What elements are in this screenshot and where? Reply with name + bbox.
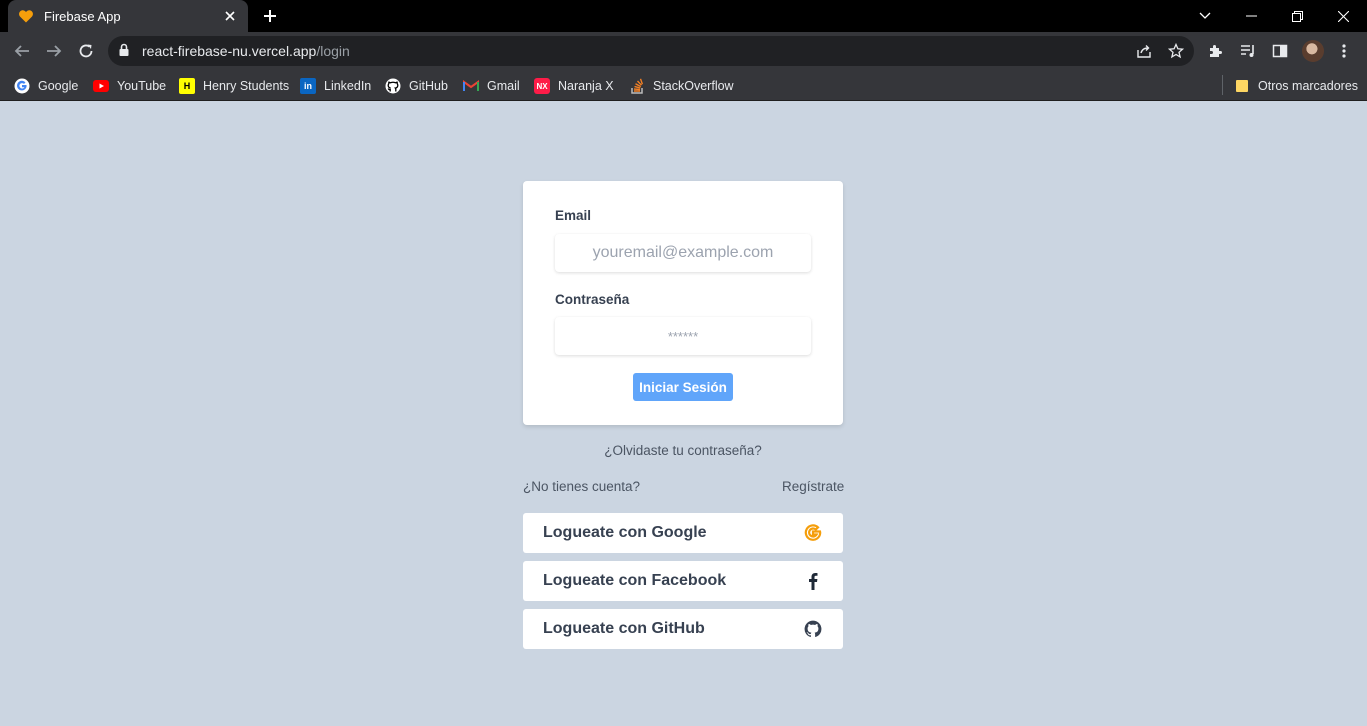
social-button-label: Logueate con Facebook: [543, 572, 727, 589]
bookmark-linkedin[interactable]: in LinkedIn: [300, 75, 371, 97]
bookmark-google[interactable]: Google: [14, 75, 78, 97]
browser-tab[interactable]: Firebase App: [8, 0, 248, 32]
login-card: Email Contraseña Iniciar Sesión: [523, 181, 843, 425]
browser-toolbar: react-firebase-nu.vercel.app/login: [0, 32, 1367, 70]
facebook-icon: [803, 571, 823, 591]
bookmark-label: Naranja X: [558, 79, 614, 93]
back-icon[interactable]: [10, 39, 34, 63]
login-button[interactable]: Iniciar Sesión: [633, 373, 733, 401]
google-icon: [14, 78, 30, 94]
social-button-label: Logueate con GitHub: [543, 620, 705, 637]
bookmark-gmail[interactable]: Gmail: [463, 75, 520, 97]
minimize-icon[interactable]: [1228, 0, 1274, 32]
side-panel-icon[interactable]: [1270, 41, 1290, 61]
google-icon: [803, 523, 823, 543]
bookmark-henry-students[interactable]: H Henry Students: [179, 75, 289, 97]
naranja-x-icon: NX: [534, 78, 550, 94]
bookmarks-bar: Google YouTube H Henry Students in Linke…: [0, 70, 1367, 101]
bookmark-label: Google: [38, 79, 79, 93]
bookmark-label: Henry Students: [203, 79, 290, 93]
youtube-icon: [93, 78, 109, 94]
gmail-icon: [463, 78, 479, 94]
close-tab-icon[interactable]: [222, 8, 238, 24]
bookmark-other-folder[interactable]: Otros marcadores: [1234, 75, 1358, 97]
facebook-login-button[interactable]: Logueate con Facebook: [523, 561, 843, 601]
password-field[interactable]: [555, 317, 811, 355]
github-icon: [385, 78, 401, 94]
url-text: react-firebase-nu.vercel.app/login: [142, 43, 350, 59]
bookmark-label: Gmail: [487, 79, 520, 93]
profile-avatar[interactable]: [1302, 40, 1324, 62]
tab-title: Firebase App: [44, 8, 121, 24]
share-icon[interactable]: [1135, 42, 1153, 60]
reload-icon[interactable]: [74, 39, 98, 63]
no-account-text: ¿No tienes cuenta?: [523, 479, 641, 494]
github-login-button[interactable]: Logueate con GitHub: [523, 609, 843, 649]
bookmarks-separator: [1222, 75, 1223, 95]
restore-icon[interactable]: [1274, 0, 1320, 32]
register-link[interactable]: Regístrate: [782, 479, 844, 494]
stackoverflow-icon: [629, 78, 645, 94]
bookmark-label: GitHub: [409, 79, 448, 93]
url-host: react-firebase-nu.vercel.app: [142, 43, 317, 59]
bookmark-naranja-x[interactable]: NX Naranja X: [534, 75, 614, 97]
extensions-icon[interactable]: [1206, 41, 1226, 61]
browser-tab-bar: Firebase App: [0, 0, 1367, 32]
media-control-icon[interactable]: [1238, 41, 1258, 61]
bookmark-label: StackOverflow: [653, 79, 734, 93]
email-field[interactable]: [555, 234, 811, 272]
more-menu-icon[interactable]: [1334, 41, 1354, 61]
tab-search-icon[interactable]: [1182, 0, 1228, 32]
social-button-label: Logueate con Google: [543, 524, 707, 541]
forward-icon[interactable]: [42, 39, 66, 63]
bookmark-label: LinkedIn: [324, 79, 372, 93]
close-window-icon[interactable]: [1320, 0, 1366, 32]
folder-icon: [1234, 78, 1250, 94]
star-icon[interactable]: [1167, 42, 1185, 60]
bookmark-stackoverflow[interactable]: StackOverflow: [629, 75, 734, 97]
email-label: Email: [555, 208, 592, 223]
google-login-button[interactable]: Logueate con Google: [523, 513, 843, 553]
new-tab-button[interactable]: [258, 4, 282, 28]
forgot-password-link[interactable]: ¿Olvidaste tu contraseña?: [523, 443, 843, 458]
linkedin-icon: in: [300, 78, 316, 94]
lock-icon: [118, 43, 130, 62]
heart-icon: [18, 8, 34, 24]
bookmark-youtube[interactable]: YouTube: [93, 75, 166, 97]
url-path: /login: [316, 43, 350, 59]
address-bar[interactable]: react-firebase-nu.vercel.app/login: [108, 36, 1194, 66]
bookmark-label: Otros marcadores: [1258, 79, 1359, 93]
password-label: Contraseña: [555, 292, 630, 307]
bookmark-label: YouTube: [117, 79, 167, 93]
henry-icon: H: [179, 78, 195, 94]
bookmark-github[interactable]: GitHub: [385, 75, 448, 97]
github-icon: [803, 619, 823, 639]
